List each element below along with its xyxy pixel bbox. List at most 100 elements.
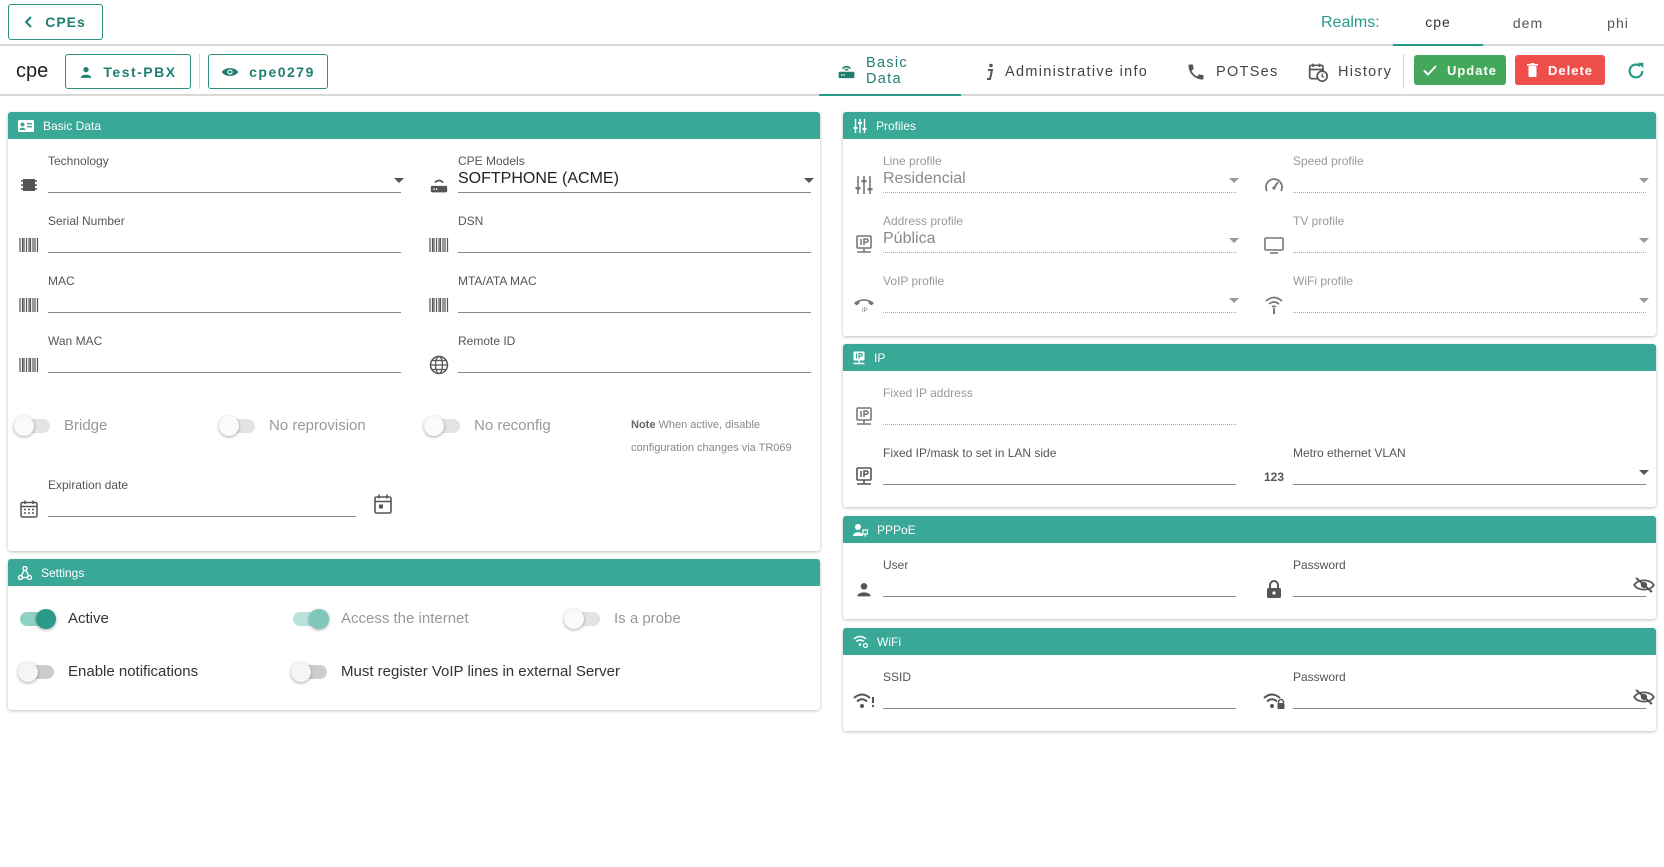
calendar-clock-icon: [1308, 63, 1328, 82]
fixed-ip-underline: [883, 424, 1236, 425]
line-profile-value: Residencial: [883, 170, 966, 187]
bridge-toggle[interactable]: Bridge: [14, 415, 107, 436]
device-view-button[interactable]: cpe0279: [208, 54, 328, 89]
no-reconfig-toggle[interactable]: No reconfig: [424, 415, 551, 436]
chevron-down-icon: [394, 178, 404, 183]
wifi-password-field[interactable]: Password: [1263, 670, 1656, 715]
wifi-lock-icon: [1263, 690, 1285, 712]
expiration-date-label: Expiration date: [48, 478, 129, 492]
dsn-field[interactable]: DSN: [428, 214, 820, 259]
mta-mac-field[interactable]: MTA/ATA MAC: [428, 274, 820, 319]
ip-network-icon: [853, 406, 875, 428]
eye-off-icon[interactable]: [1633, 689, 1655, 705]
wifi-card: WiFi SSID Password: [843, 628, 1656, 731]
id-card-icon: [18, 119, 34, 132]
no-reprovision-toggle[interactable]: No reprovision: [219, 415, 366, 436]
is-probe-toggle-label: Is a probe: [614, 610, 681, 627]
wifi-alert-icon: [853, 690, 875, 712]
fixed-ip-lan-underline: [883, 484, 1236, 485]
update-button[interactable]: Update: [1414, 55, 1506, 85]
tv-profile-label: TV profile: [1293, 214, 1345, 228]
mta-mac-label: MTA/ATA MAC: [458, 274, 537, 288]
enable-notifications-toggle[interactable]: Enable notifications: [18, 661, 198, 682]
trash-icon: [1526, 63, 1538, 77]
address-profile-select[interactable]: Address profile Pública: [853, 214, 1246, 259]
wifi-password-underline: [1293, 708, 1646, 709]
delete-button[interactable]: Delete: [1515, 55, 1605, 85]
wan-mac-label: Wan MAC: [48, 334, 103, 348]
basic-data-header: Basic Data: [8, 112, 820, 139]
line-profile-select[interactable]: Line profile Residencial: [853, 154, 1246, 199]
customer-button-label: Test-PBX: [103, 63, 177, 80]
tv-profile-select[interactable]: TV profile: [1263, 214, 1656, 259]
wan-mac-field[interactable]: Wan MAC: [18, 334, 410, 379]
register-voip-toggle-label: Must register VoIP lines in external Ser…: [341, 663, 621, 680]
ssid-underline: [883, 708, 1236, 709]
dsn-label: DSN: [458, 214, 484, 228]
chevron-down-icon: [1639, 238, 1649, 243]
mac-field[interactable]: MAC: [18, 274, 410, 319]
line-profile-label: Line profile: [883, 154, 942, 168]
customer-button[interactable]: Test-PBX: [65, 54, 191, 89]
chevron-down-icon: [804, 178, 814, 183]
calendar-picker-icon[interactable]: [374, 494, 392, 514]
remote-id-underline: [458, 372, 811, 373]
phone-icon: [1188, 64, 1204, 80]
dsn-underline: [458, 252, 811, 253]
settings-header: Settings: [8, 559, 820, 586]
ssid-field[interactable]: SSID: [853, 670, 1246, 715]
top-bar: CPEs Realms: cpe dem phi: [0, 0, 1664, 46]
fixed-ip-lan-field[interactable]: Fixed IP/mask to set in LAN side: [853, 446, 1246, 491]
chevron-left-icon: [25, 16, 32, 28]
router-icon: [838, 65, 855, 79]
update-button-label: Update: [1446, 62, 1498, 78]
pppoe-password-field[interactable]: Password: [1263, 558, 1656, 603]
back-button-label: CPEs: [45, 14, 86, 30]
metro-vlan-select[interactable]: Metro ethernet VLAN 123: [1263, 446, 1656, 491]
active-toggle[interactable]: Active: [20, 608, 109, 629]
technology-select[interactable]: Technology: [18, 154, 410, 199]
cpe-models-select[interactable]: CPE Models SOFTPHONE (ACME): [428, 154, 820, 199]
realm-tab-phi[interactable]: phi: [1573, 0, 1663, 46]
eye-off-icon[interactable]: [1633, 577, 1655, 593]
refresh-icon[interactable]: [1625, 60, 1647, 82]
svg-text:IP: IP: [862, 308, 868, 314]
fixed-ip-lan-label: Fixed IP/mask to set in LAN side: [883, 446, 1057, 460]
address-profile-value: Pública: [883, 230, 936, 247]
realm-tab-cpe[interactable]: cpe: [1393, 0, 1483, 46]
ip-card: IP Fixed IP address Fixed IP/mask to set…: [843, 344, 1656, 507]
network-icon: [18, 565, 32, 580]
globe-icon: [428, 354, 450, 376]
remote-id-field[interactable]: Remote ID: [428, 334, 820, 379]
pppoe-user-field[interactable]: User: [853, 558, 1246, 603]
realm-tab-dem[interactable]: dem: [1483, 0, 1573, 46]
back-to-cpes-button[interactable]: CPEs: [8, 4, 103, 40]
fixed-ip-field[interactable]: Fixed IP address: [853, 386, 1246, 431]
technology-underline: [48, 192, 401, 193]
access-internet-toggle[interactable]: Access the internet: [293, 608, 469, 629]
pppoe-user-label: User: [883, 558, 909, 572]
is-probe-toggle[interactable]: Is a probe: [564, 608, 681, 629]
voip-phone-icon: IP: [853, 294, 875, 316]
tab-administrative-info[interactable]: Administrative info: [985, 48, 1148, 96]
chip-icon: [18, 174, 40, 196]
expiration-date-field[interactable]: Expiration date: [18, 478, 398, 523]
tab-potses[interactable]: POTSes: [1186, 48, 1279, 96]
tab-basic-data[interactable]: Basic Data: [819, 48, 961, 96]
pppoe-card: PPPoE User Password: [843, 516, 1656, 619]
register-voip-toggle[interactable]: Must register VoIP lines in external Ser…: [291, 661, 621, 682]
metro-vlan-label: Metro ethernet VLAN: [1293, 446, 1406, 460]
voip-profile-select[interactable]: VoIP profile IP: [853, 274, 1246, 319]
mac-underline: [48, 312, 401, 313]
wan-mac-underline: [48, 372, 401, 373]
barcode-icon: [18, 234, 40, 256]
speed-profile-select[interactable]: Speed profile: [1263, 154, 1656, 199]
ip-network-icon: [853, 234, 875, 256]
serial-number-field[interactable]: Serial Number: [18, 214, 410, 259]
barcode-icon: [18, 354, 40, 376]
wifi-profile-select[interactable]: WiFi profile: [1263, 274, 1656, 319]
tv-profile-underline: [1293, 252, 1646, 253]
delete-button-label: Delete: [1547, 62, 1594, 78]
person-icon: [853, 578, 875, 600]
tab-history[interactable]: History: [1308, 48, 1392, 96]
